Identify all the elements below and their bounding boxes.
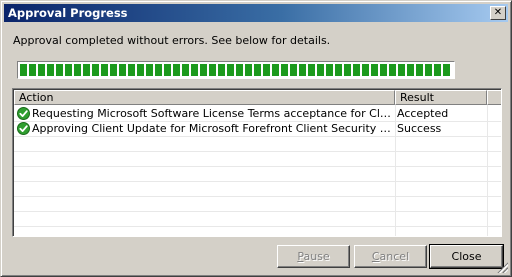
column-header-filler	[487, 90, 501, 105]
row-gridline	[14, 181, 501, 182]
pause-button[interactable]: Pause	[277, 245, 350, 268]
list-header: Action Result	[14, 90, 501, 105]
results-list[interactable]: Action Result Requesting Microsoft Softw…	[12, 88, 502, 237]
cancel-accelerator-key: C	[371, 250, 380, 263]
approval-progress-dialog: Approval Progress ✕ Approval completed w…	[0, 0, 512, 277]
column-gridline	[487, 105, 488, 236]
row-gridline	[14, 136, 501, 137]
row-gridline	[14, 121, 501, 122]
resize-grip-icon[interactable]	[496, 261, 508, 273]
row-gridline	[14, 151, 501, 152]
row-gridline	[14, 226, 501, 227]
action-cell: Requesting Microsoft Software License Te…	[17, 106, 393, 121]
list-item[interactable]: Approving Client Update for Microsoft Fo…	[14, 121, 501, 136]
result-text: Success	[397, 122, 442, 135]
approval-progress-bar	[17, 61, 455, 79]
close-icon: ✕	[493, 7, 503, 18]
pause-label: ause	[303, 250, 330, 263]
row-gridline	[14, 196, 501, 197]
action-cell: Approving Client Update for Microsoft Fo…	[17, 121, 393, 136]
list-item[interactable]: Requesting Microsoft Software License Te…	[14, 106, 501, 121]
title-bar[interactable]: Approval Progress ✕	[4, 4, 508, 22]
column-header-result[interactable]: Result	[395, 90, 487, 105]
result-text: Accepted	[397, 107, 449, 120]
progress-fill	[20, 64, 452, 76]
success-check-icon	[17, 122, 30, 135]
action-text: Approving Client Update for Microsoft Fo…	[32, 122, 393, 135]
cancel-label: ancel	[379, 250, 410, 263]
close-button[interactable]: Close	[429, 244, 504, 269]
column-header-action[interactable]: Action	[14, 90, 395, 105]
window-title: Approval Progress	[8, 6, 128, 20]
title-close-button[interactable]: ✕	[490, 6, 506, 20]
cancel-button[interactable]: Cancel	[354, 245, 427, 268]
row-gridline	[14, 166, 501, 167]
success-check-icon	[17, 107, 30, 120]
action-text: Requesting Microsoft Software License Te…	[32, 107, 393, 120]
column-gridline	[395, 105, 396, 236]
row-gridline	[14, 211, 501, 212]
status-message: Approval completed without errors. See b…	[13, 34, 331, 47]
